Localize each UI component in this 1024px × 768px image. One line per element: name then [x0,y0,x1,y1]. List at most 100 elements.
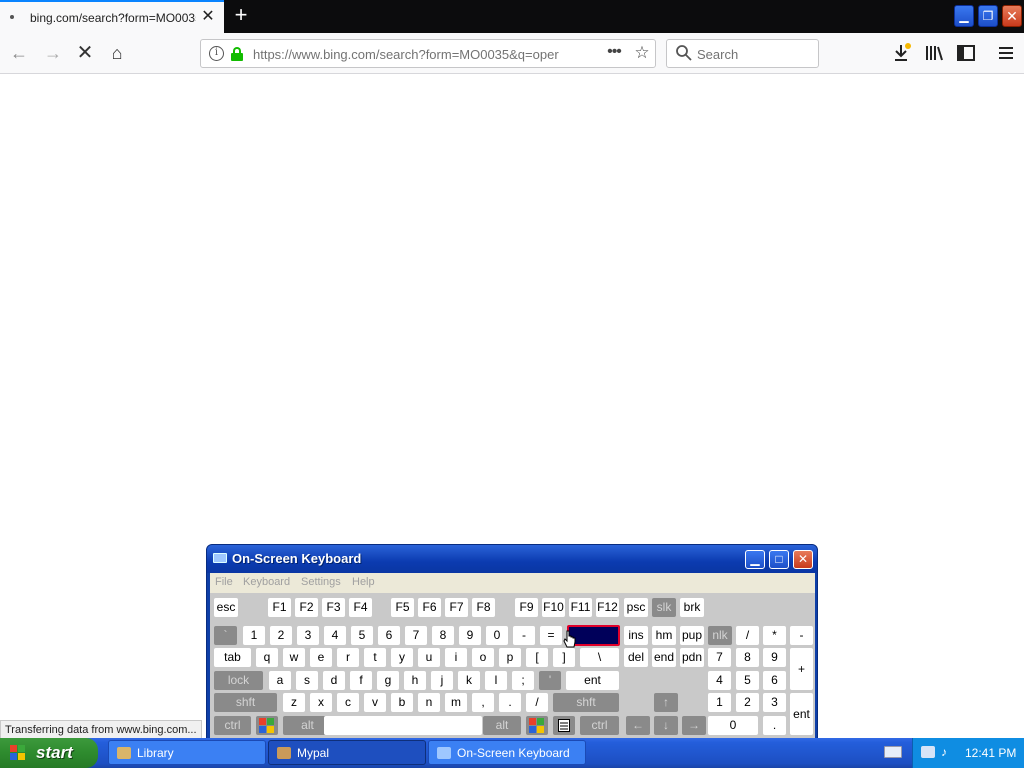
key-t[interactable]: t [364,648,386,667]
key-pdn[interactable]: pdn [680,648,704,667]
key-right-ctrl[interactable]: ctrl [580,716,619,735]
key-9[interactable]: 9 [459,626,481,645]
key-3[interactable]: 3 [297,626,319,645]
key-y[interactable]: y [391,648,413,667]
key-r[interactable]: r [337,648,359,667]
key-f12[interactable]: F12 [596,598,619,617]
task-library[interactable]: Library [108,740,266,765]
close-window-button[interactable]: ✕ [1002,5,1022,27]
key-nlk[interactable]: nlk [708,626,732,645]
key-num-divide[interactable]: / [736,626,759,645]
key-up-arrow[interactable]: ↑ [654,693,678,712]
key-enter[interactable]: ent [566,671,619,690]
key-x[interactable]: x [310,693,332,712]
key-num-6[interactable]: 6 [763,671,786,690]
key-num-decimal[interactable]: . [763,716,786,735]
key-g[interactable]: g [377,671,399,690]
key-6[interactable]: 6 [378,626,400,645]
key-z[interactable]: z [283,693,305,712]
language-bar-icon[interactable] [884,746,902,758]
key-end[interactable]: end [652,648,676,667]
key-left-arrow[interactable]: ← [626,716,650,735]
key-caps-lock[interactable]: lock [214,671,263,690]
key-e[interactable]: e [310,648,332,667]
key-num-subtract[interactable]: - [790,626,813,645]
forward-arrow-icon[interactable]: → [40,41,66,65]
key-f10[interactable]: F10 [542,598,565,617]
key-esc[interactable]: esc [214,598,238,617]
start-button[interactable]: start [0,738,98,768]
key-semicolon[interactable]: ; [512,671,534,690]
search-input[interactable]: Search [666,39,819,68]
key-left-shift[interactable]: shft [214,693,277,712]
key-slk[interactable]: slk [652,598,676,617]
volume-icon[interactable]: ♪ [941,745,957,759]
url-bar[interactable]: i https://www.bing.com/search?form=MO003… [200,39,656,68]
menu-icon[interactable] [996,43,1016,63]
key-left-ctrl[interactable]: ctrl [214,716,251,735]
key-right-shift[interactable]: shft [553,693,619,712]
key-f11[interactable]: F11 [569,598,592,617]
key-a[interactable]: a [269,671,291,690]
bookmark-star-icon[interactable]: ☆ [631,43,653,63]
menu-keyboard[interactable]: Keyboard [243,576,290,588]
key-u[interactable]: u [418,648,440,667]
key-num-3[interactable]: 3 [763,693,786,712]
key-f6[interactable]: F6 [418,598,441,617]
osk-title-bar[interactable]: On-Screen Keyboard ▁ □ ✕ [207,545,817,573]
key-f8[interactable]: F8 [472,598,495,617]
key-v[interactable]: v [364,693,386,712]
close-tab-icon[interactable]: ✕ [200,8,216,26]
osk-minimize-button[interactable]: ▁ [745,550,765,569]
key-num-2[interactable]: 2 [736,693,759,712]
sidebar-icon[interactable] [956,43,976,63]
key-f1[interactable]: F1 [268,598,291,617]
key-7[interactable]: 7 [405,626,427,645]
key-b[interactable]: b [391,693,413,712]
key-close-bracket[interactable]: ] [553,648,575,667]
key-j[interactable]: j [431,671,453,690]
key-o[interactable]: o [472,648,494,667]
key-q[interactable]: q [256,648,278,667]
key-right-arrow[interactable]: → [682,716,706,735]
key-del[interactable]: del [624,648,648,667]
key-2[interactable]: 2 [270,626,292,645]
key-brk[interactable]: brk [680,598,704,617]
menu-help[interactable]: Help [352,576,375,588]
menu-settings[interactable]: Settings [301,576,341,588]
network-icon[interactable] [921,746,935,758]
key-minus[interactable]: - [513,626,535,645]
key-num-0[interactable]: 0 [708,716,758,735]
task-on-screen-keyboard[interactable]: On-Screen Keyboard [428,740,586,765]
clock[interactable]: 12:41 PM [965,746,1016,760]
home-icon[interactable]: ⌂ [104,41,130,65]
key-num-8[interactable]: 8 [736,648,759,667]
key-open-bracket[interactable]: [ [526,648,548,667]
osk-close-button[interactable]: ✕ [793,550,813,569]
key-right-win[interactable] [526,716,548,735]
key-0[interactable]: 0 [486,626,508,645]
key-5[interactable]: 5 [351,626,373,645]
key-4[interactable]: 4 [324,626,346,645]
key-l[interactable]: l [485,671,507,690]
key-num-add[interactable]: + [790,648,813,690]
downloads-icon[interactable] [892,43,912,63]
key-num-multiply[interactable]: * [763,626,786,645]
key-right-alt[interactable]: alt [483,716,521,735]
key-left-win[interactable] [256,716,278,735]
key-f[interactable]: f [350,671,372,690]
key-f3[interactable]: F3 [322,598,345,617]
key-num-7[interactable]: 7 [708,648,731,667]
key-psc[interactable]: psc [624,598,648,617]
key-w[interactable]: w [283,648,305,667]
key-ins[interactable]: ins [624,626,648,645]
minimize-button[interactable]: ▁ [954,5,974,27]
browser-tab[interactable]: bing.com/search?form=MO0035&q=oper ✕ [0,0,224,33]
key-m[interactable]: m [445,693,467,712]
url-text[interactable]: https://www.bing.com/search?form=MO0035&… [253,47,573,62]
key-h[interactable]: h [404,671,426,690]
key-period[interactable]: . [499,693,521,712]
page-actions-icon[interactable]: ••• [603,43,625,61]
key-f5[interactable]: F5 [391,598,414,617]
new-tab-button[interactable]: + [230,4,252,28]
